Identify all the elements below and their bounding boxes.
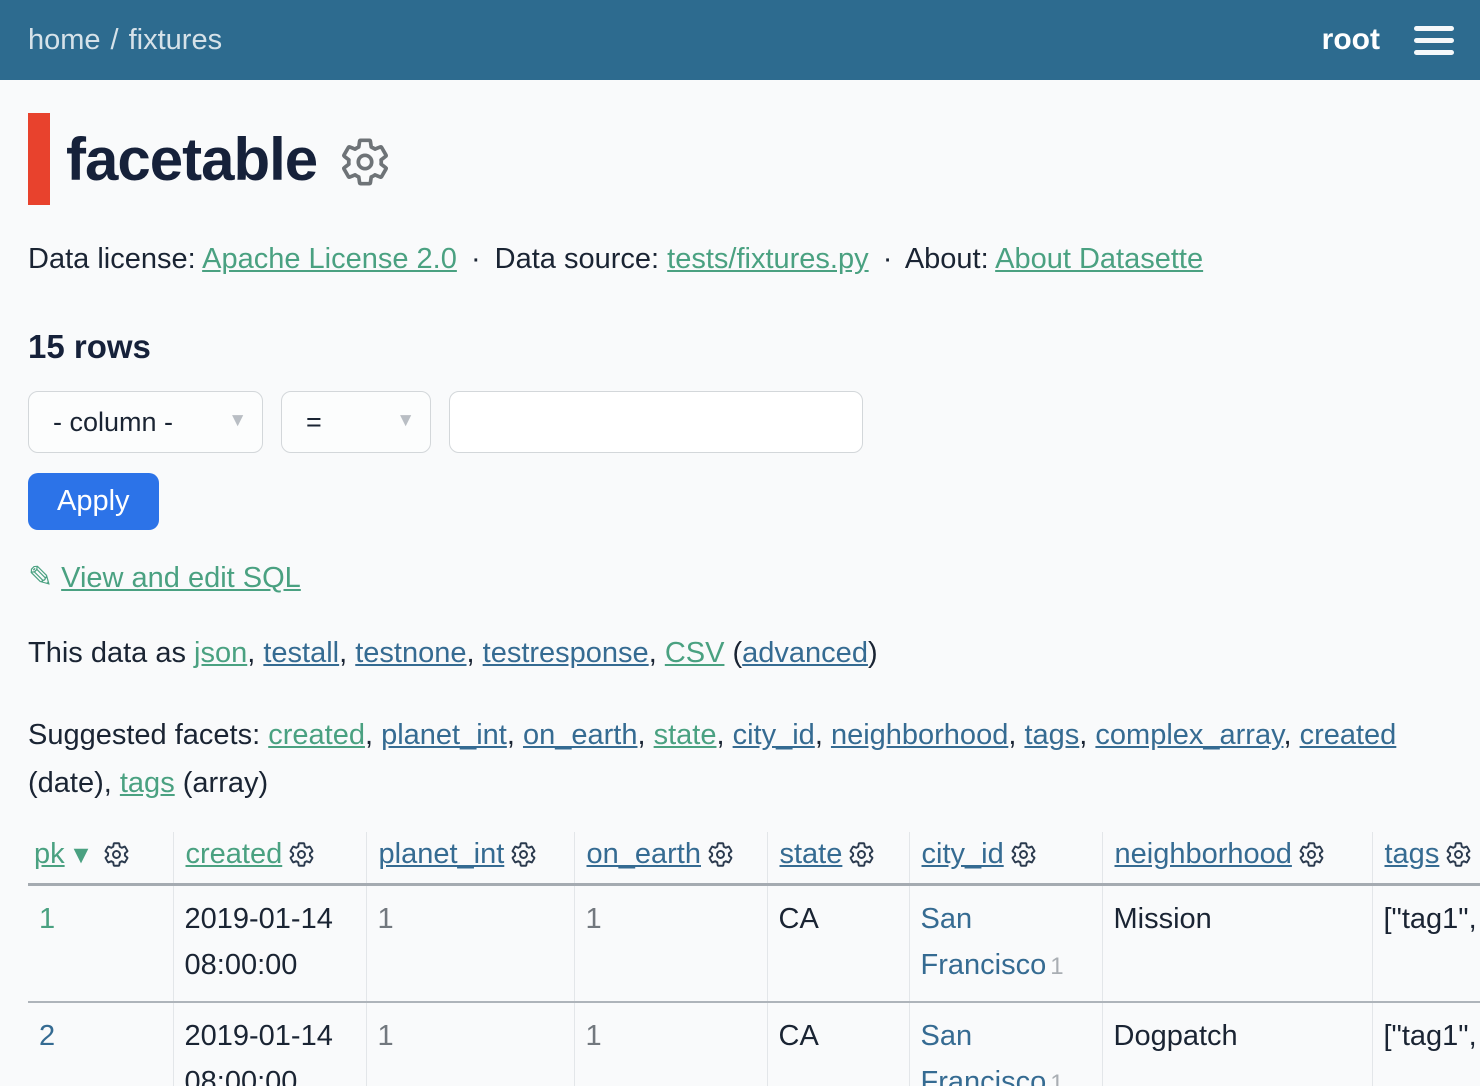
column-gear-icon[interactable]	[1298, 841, 1325, 868]
cell-planet-int: 1	[366, 1002, 574, 1086]
sort-tags-link[interactable]: tags	[1385, 838, 1440, 870]
sort-created-link[interactable]: created	[186, 838, 283, 870]
cell-tags: ["tag1", "tag3"]	[1372, 1002, 1480, 1086]
column-gear-icon[interactable]	[707, 841, 734, 868]
cell-city-id: San Francisco1	[909, 1002, 1102, 1086]
breadcrumb-separator: /	[111, 24, 119, 56]
foreign-key-id: 1	[1050, 1070, 1063, 1086]
row-pk-link[interactable]: 1	[39, 903, 55, 935]
export-links-row: This data as json, testall, testnone, te…	[28, 637, 1452, 670]
facet-link-complex-array[interactable]: complex_array	[1095, 719, 1283, 751]
breadcrumb-database-link[interactable]: fixtures	[129, 24, 222, 56]
sql-link-row: ✎View and edit SQL	[28, 560, 1480, 595]
facet-link-on-earth[interactable]: on_earth	[523, 719, 638, 751]
facets-prefix: Suggested facets:	[28, 719, 268, 751]
table-row: 2 2019-01-14 08:00:00 1 1 CA San Francis…	[28, 1002, 1480, 1086]
column-gear-icon[interactable]	[1010, 841, 1037, 868]
cell-city-id: San Francisco1	[909, 884, 1102, 1002]
column-gear-icon[interactable]	[1445, 841, 1472, 868]
breadcrumb: home / fixtures	[28, 24, 222, 57]
facet-link-tags[interactable]: tags	[1024, 719, 1079, 751]
cell-on-earth: 1	[574, 1002, 767, 1086]
filter-controls: - column - ▼ = ▼	[28, 391, 1480, 453]
source-label: Data source:	[495, 243, 659, 275]
filter-column-select[interactable]: - column -	[28, 391, 263, 453]
city-id-link[interactable]: San Francisco	[921, 1020, 1047, 1086]
facet-link-tags-array[interactable]: tags	[120, 767, 175, 799]
column-gear-icon[interactable]	[288, 841, 315, 868]
table-header-row: pk▼ created planet_int on_earth state	[28, 832, 1480, 885]
row-pk-link[interactable]: 2	[39, 1020, 55, 1052]
cell-tags: ["tag1", "tag2"]	[1372, 884, 1480, 1002]
export-link-advanced[interactable]: advanced	[742, 637, 868, 669]
cell-neighborhood: Dogpatch	[1102, 1002, 1372, 1086]
sort-planet-int-link[interactable]: planet_int	[379, 838, 505, 870]
cell-neighborhood: Mission	[1102, 884, 1372, 1002]
source-link[interactable]: tests/fixtures.py	[667, 243, 868, 275]
results-table: pk▼ created planet_int on_earth state	[28, 832, 1480, 1086]
column-header-on-earth: on_earth	[574, 832, 767, 885]
facet-link-created[interactable]: created	[268, 719, 365, 751]
facet-link-state[interactable]: state	[654, 719, 717, 751]
title-accent-bar	[28, 113, 50, 205]
results-table-container: pk▼ created planet_int on_earth state	[28, 832, 1480, 1086]
city-id-link[interactable]: San Francisco	[921, 903, 1047, 981]
column-header-created: created	[173, 832, 366, 885]
column-header-neighborhood: neighborhood	[1102, 832, 1372, 885]
table-row: 1 2019-01-14 08:00:00 1 1 CA San Francis…	[28, 884, 1480, 1002]
about-label: About:	[905, 243, 989, 275]
column-gear-icon[interactable]	[103, 841, 130, 868]
column-gear-icon[interactable]	[510, 841, 537, 868]
cell-state: CA	[767, 884, 909, 1002]
license-link[interactable]: Apache License 2.0	[202, 243, 457, 275]
view-edit-sql-link[interactable]: View and edit SQL	[61, 562, 301, 594]
column-header-state: state	[767, 832, 909, 885]
table-settings-gear-icon[interactable]	[339, 136, 391, 188]
column-header-tags: tags	[1372, 832, 1480, 885]
export-link-json[interactable]: json	[194, 637, 247, 669]
export-prefix: This data as	[28, 637, 194, 669]
export-link-csv[interactable]: CSV	[665, 637, 725, 669]
facet-link-planet-int[interactable]: planet_int	[381, 719, 507, 751]
page-title-row: facetable	[28, 113, 1480, 205]
pencil-icon: ✎	[28, 561, 53, 594]
filter-value-input[interactable]	[449, 391, 863, 453]
page-title: facetable	[66, 125, 317, 194]
foreign-key-id: 1	[1050, 953, 1063, 980]
metadata-line: Data license: Apache License 2.0 · Data …	[28, 243, 1452, 276]
column-header-city-id: city_id	[909, 832, 1102, 885]
column-header-planet-int: planet_int	[366, 832, 574, 885]
sort-on-earth-link[interactable]: on_earth	[587, 838, 702, 870]
column-gear-icon[interactable]	[848, 841, 875, 868]
facet-link-created-date[interactable]: created	[1300, 719, 1397, 751]
apply-button[interactable]: Apply	[28, 473, 159, 530]
export-link-testnone[interactable]: testnone	[355, 637, 466, 669]
cell-on-earth: 1	[574, 884, 767, 1002]
cell-created: 2019-01-14 08:00:00	[173, 1002, 366, 1086]
filter-operator-select[interactable]: =	[281, 391, 431, 453]
sort-pk-link[interactable]: pk	[34, 838, 65, 870]
cell-planet-int: 1	[366, 884, 574, 1002]
column-header-pk: pk▼	[28, 832, 173, 885]
breadcrumb-home-link[interactable]: home	[28, 24, 101, 56]
license-label: Data license:	[28, 243, 196, 275]
top-nav: home / fixtures root	[0, 0, 1480, 80]
logged-in-user: root	[1322, 23, 1380, 57]
sort-city-id-link[interactable]: city_id	[922, 838, 1004, 870]
sort-desc-icon: ▼	[69, 841, 94, 869]
suggested-facets-row: Suggested facets: created, planet_int, o…	[28, 712, 1440, 808]
sort-neighborhood-link[interactable]: neighborhood	[1115, 838, 1292, 870]
menu-icon[interactable]	[1414, 22, 1454, 59]
about-link[interactable]: About Datasette	[995, 243, 1203, 275]
facet-link-city-id[interactable]: city_id	[733, 719, 815, 751]
sort-state-link[interactable]: state	[780, 838, 843, 870]
export-link-testall[interactable]: testall	[263, 637, 339, 669]
page-body: facetable Data license: Apache License 2…	[0, 113, 1480, 1086]
cell-created: 2019-01-14 08:00:00	[173, 884, 366, 1002]
facet-link-neighborhood[interactable]: neighborhood	[831, 719, 1008, 751]
row-count: 15 rows	[28, 328, 1480, 366]
export-link-testresponse[interactable]: testresponse	[483, 637, 649, 669]
cell-state: CA	[767, 1002, 909, 1086]
